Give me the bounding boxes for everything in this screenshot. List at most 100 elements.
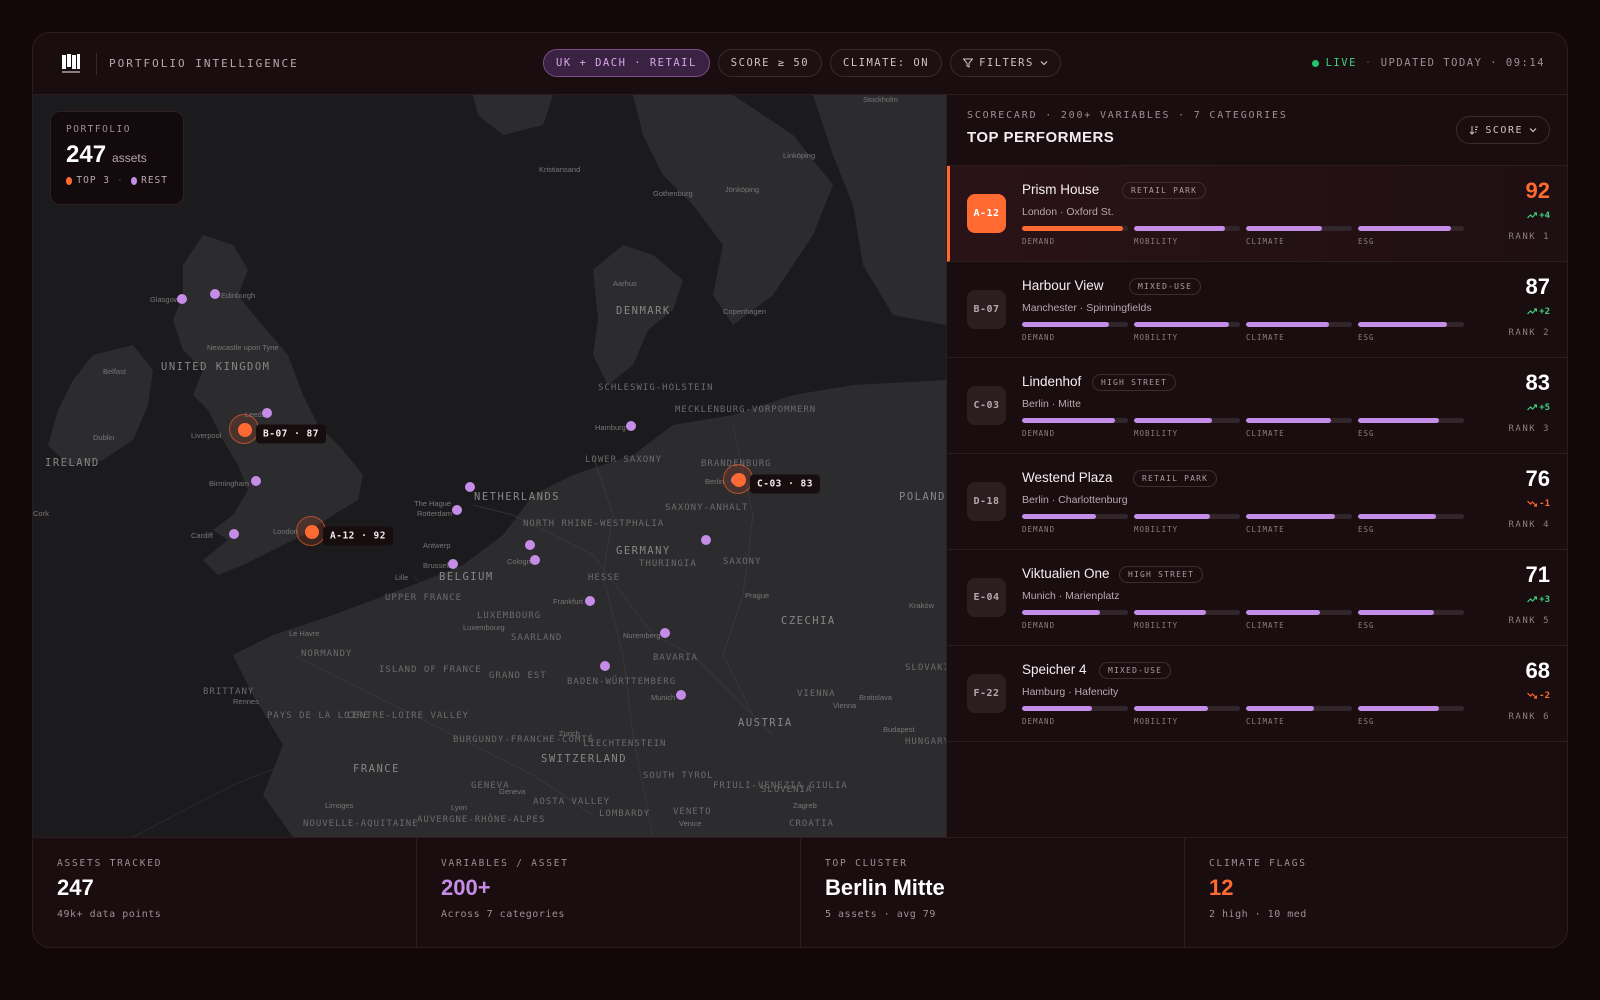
performer-row[interactable]: D-18 Westend Plaza RETAIL PARK Berlin · Cha…: [947, 454, 1567, 550]
city-newcastle: Newcastle upon Tyne: [207, 343, 279, 352]
bar-track: [1022, 706, 1128, 711]
city-venice: Venice: [679, 819, 702, 828]
label-saarland: SAARLAND: [511, 633, 563, 643]
stat-climate-flags: CLIMATE FLAGS 12 2 high · 10 med: [1185, 838, 1567, 947]
asset-pin[interactable]: [585, 596, 595, 606]
dashboard-frame: PORTFOLIO INTELLIGENCE UK + DACH · RETAI…: [32, 32, 1568, 948]
delta-value: -1: [1539, 499, 1550, 509]
asset-pin[interactable]: [600, 661, 610, 671]
bar-track: [1134, 610, 1240, 615]
asset-pin[interactable]: [626, 421, 636, 431]
delta-value: +2: [1539, 307, 1550, 317]
city-geneva: Geneva: [499, 787, 526, 796]
city-lille: Lille: [395, 573, 409, 582]
bar-fill: [1246, 610, 1321, 615]
bar-fill: [1358, 226, 1452, 231]
climate-chip[interactable]: CLIMATE: ON: [830, 49, 943, 77]
delta-value: +3: [1539, 595, 1550, 605]
bar-label: MOBILITY: [1134, 717, 1179, 726]
bar-label: MOBILITY: [1134, 333, 1179, 342]
asset-pin[interactable]: [701, 535, 711, 545]
asset-pin[interactable]: [530, 555, 540, 565]
category-bars: DEMAND MOBILITY CLIMATE ESG: [1022, 610, 1464, 630]
city-copenhagen: Copenhagen: [723, 307, 766, 316]
bar-track: [1022, 226, 1128, 231]
delta-value: +4: [1539, 211, 1550, 221]
stat-value: 200+: [441, 875, 491, 900]
bar-track: [1022, 610, 1128, 615]
asset-pin[interactable]: [525, 540, 535, 550]
city-berlin: Berlin: [705, 477, 725, 486]
performer-row[interactable]: F-22 Speicher 4 MIXED-USE Hamburg · Hafenci…: [947, 646, 1567, 742]
brand-logo-icon[interactable]: [61, 53, 81, 75]
asset-pin[interactable]: [452, 505, 462, 515]
label-poland: POLAND: [899, 491, 946, 503]
trend-down-icon: [1527, 692, 1538, 699]
performer-row[interactable]: B-07 Harbour View MIXED-USE Manchester · Sp…: [947, 262, 1567, 358]
hotspot-marker[interactable]: [296, 516, 326, 546]
label-vienna: VIENNA: [797, 689, 836, 699]
asset-type-tag: RETAIL PARK: [1133, 470, 1218, 487]
asset-location: London · Oxford St.: [1022, 206, 1114, 218]
city-le-havre: Le Havre: [289, 629, 320, 638]
score-chip[interactable]: SCORE ≥ 50: [717, 49, 823, 77]
category-bar: MOBILITY: [1134, 610, 1240, 630]
performer-row[interactable]: E-04 Viktualien One HIGH STREET Munich · Ma…: [947, 550, 1567, 646]
map-basemap: [33, 95, 946, 837]
bar-label: ESG: [1358, 621, 1375, 630]
asset-pin[interactable]: [676, 690, 686, 700]
bar-fill: [1022, 226, 1123, 231]
asset-score: 92: [1525, 178, 1550, 203]
asset-pin[interactable]: [262, 408, 272, 418]
delta-value: +5: [1539, 403, 1550, 413]
asset-location: Berlin · Charlottenburg: [1022, 494, 1128, 506]
asset-pin[interactable]: [177, 294, 187, 304]
bar-label: CLIMATE: [1246, 429, 1285, 438]
asset-pin[interactable]: [251, 476, 261, 486]
asset-pin[interactable]: [210, 289, 220, 299]
stat-variables: VARIABLES / ASSET 200+ Across 7 categori…: [417, 838, 801, 947]
label-austria: AUSTRIA: [738, 717, 793, 729]
bar-track: [1022, 418, 1128, 423]
bar-label: CLIMATE: [1246, 333, 1285, 342]
stat-caption: ASSETS TRACKED: [57, 858, 163, 869]
category-bars: DEMAND MOBILITY CLIMATE ESG: [1022, 418, 1464, 438]
asset-pin[interactable]: [448, 559, 458, 569]
performer-row[interactable]: A-12 Prism House RETAIL PARK London · Oxfor…: [947, 166, 1567, 262]
hotspot-marker[interactable]: [229, 414, 259, 444]
stat-sub: 49k+ data points: [57, 909, 162, 920]
asset-name: Lindenhof: [1022, 374, 1082, 389]
asset-pin[interactable]: [465, 482, 475, 492]
category-bar: ESG: [1358, 610, 1464, 630]
bar-fill: [1246, 322, 1329, 327]
region-chip[interactable]: UK + DACH · RETAIL: [543, 49, 710, 77]
bar-fill: [1134, 514, 1211, 519]
asset-pin[interactable]: [229, 529, 239, 539]
category-bar: DEMAND: [1022, 706, 1128, 726]
city-dublin: Dublin: [93, 433, 115, 442]
category-bar: MOBILITY: [1134, 322, 1240, 342]
asset-pin[interactable]: [660, 628, 670, 638]
hotspot-label: B-07 · 87: [256, 424, 326, 444]
performer-row[interactable]: C-03 Lindenhof HIGH STREET Berlin · Mitte D…: [947, 358, 1567, 454]
asset-id-badge: A-12: [967, 194, 1006, 233]
label-island-of-france: ISLAND OF FRANCE: [379, 665, 482, 675]
city-hamburg: Hamburg: [595, 423, 626, 432]
category-bar: CLIMATE: [1246, 418, 1352, 438]
bar-track: [1246, 226, 1352, 231]
category-bars: DEMAND MOBILITY CLIMATE ESG: [1022, 514, 1464, 534]
status-separator: ·: [1364, 57, 1373, 69]
bar-fill: [1246, 514, 1336, 519]
bar-fill: [1134, 706, 1209, 711]
map-view[interactable]: UNITED KINGDOM IRELAND DENMARK NETHERLAN…: [33, 95, 946, 837]
bar-track: [1358, 610, 1464, 615]
bar-label: MOBILITY: [1134, 237, 1179, 246]
hotspot-marker[interactable]: [723, 464, 753, 494]
filters-button[interactable]: FILTERS: [950, 49, 1061, 77]
bar-fill: [1134, 226, 1226, 231]
filter-chips: UK + DACH · RETAIL SCORE ≥ 50 CLIMATE: O…: [543, 49, 1061, 77]
sort-button[interactable]: SCORE: [1456, 116, 1550, 144]
label-united-kingdom: UNITED KINGDOM: [161, 361, 271, 373]
label-south-tyrol: SOUTH TYROL: [643, 771, 714, 781]
label-ireland: IRELAND: [45, 457, 100, 469]
